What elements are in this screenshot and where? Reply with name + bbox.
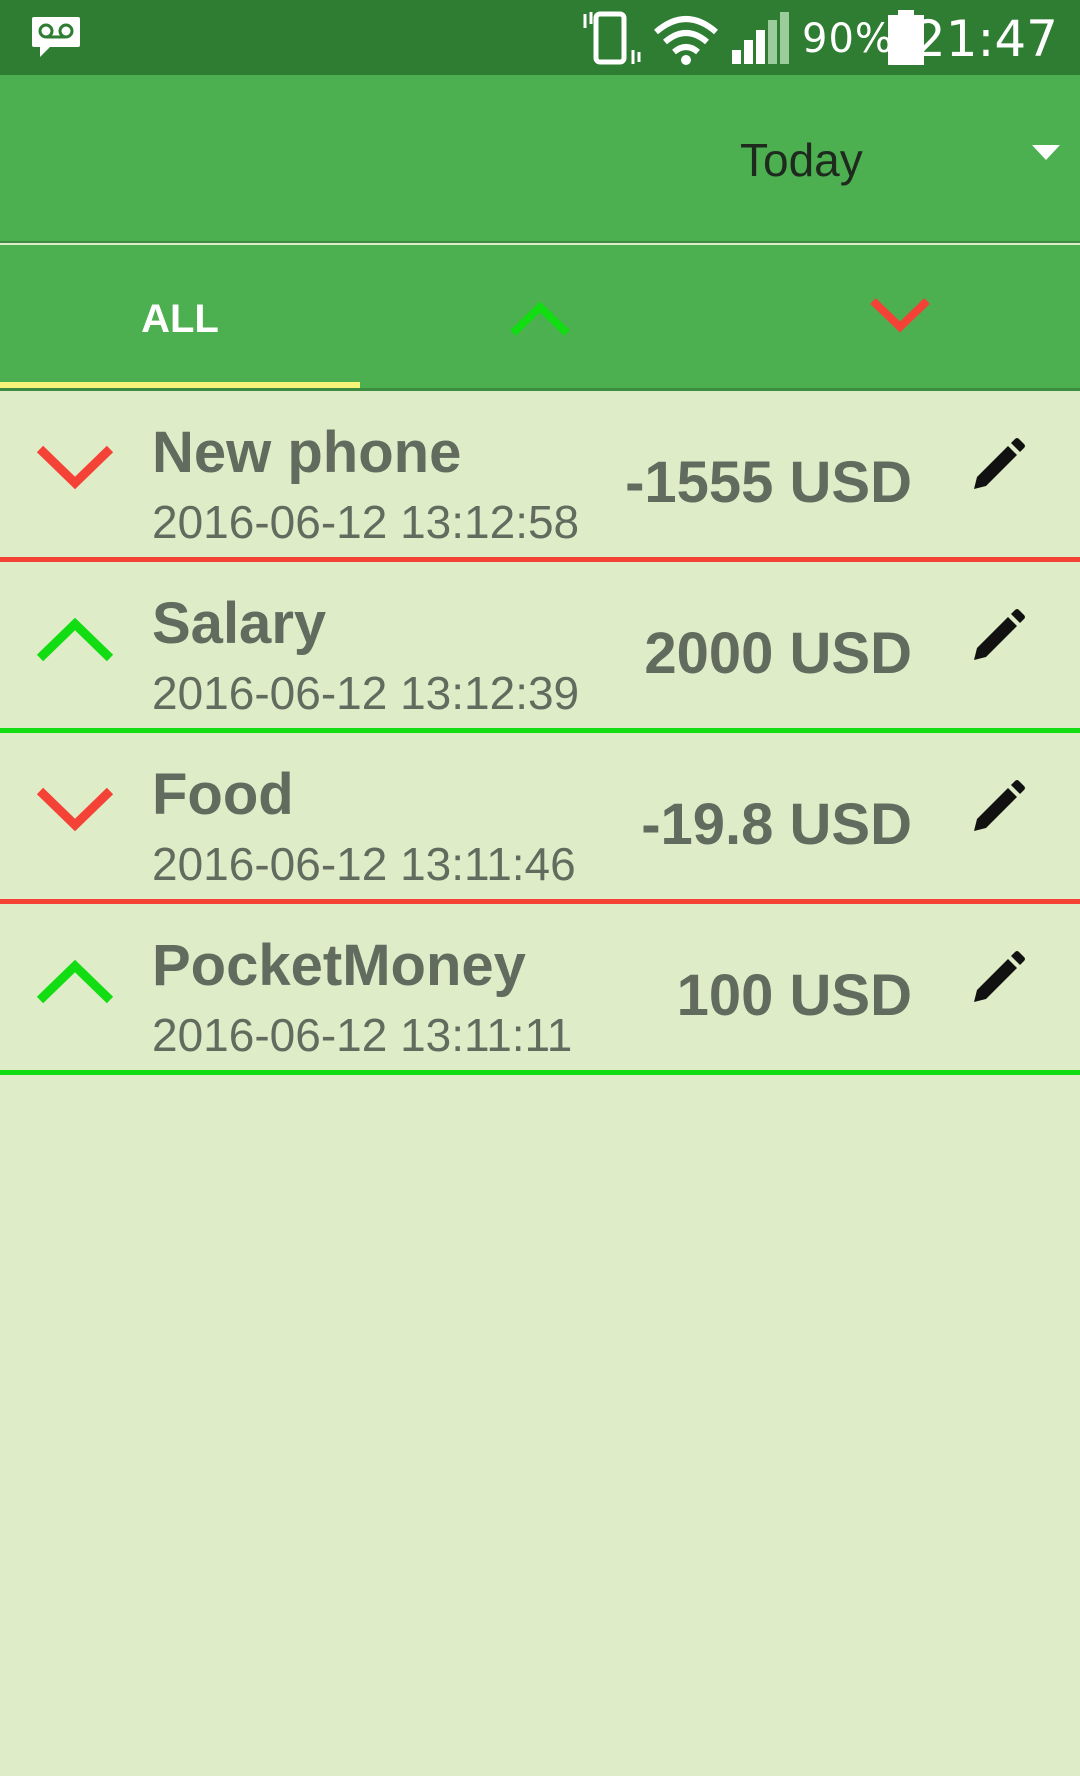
transaction-amount: 100 USD (676, 963, 912, 1028)
tab-all-label: ALL (141, 297, 219, 341)
period-dropdown[interactable]: Today (740, 115, 1060, 195)
income-arrow-up-icon (36, 959, 114, 1004)
income-arrow-up-icon (36, 617, 114, 662)
tab-expense[interactable] (720, 245, 1080, 388)
arrow-up-icon (510, 301, 570, 336)
list-item[interactable]: New phone 2016-06-12 13:12:58 -1555 USD (0, 391, 1080, 562)
status-bar: 90% 21:47 (0, 0, 1080, 75)
tab-all[interactable]: ALL (0, 245, 360, 388)
transaction-amount: -1555 USD (625, 450, 912, 515)
edit-pencil-icon[interactable] (968, 608, 1026, 666)
edit-pencil-icon[interactable] (968, 437, 1026, 495)
transaction-title: Food (152, 762, 294, 827)
transaction-timestamp: 2016-06-12 13:11:11 (152, 1009, 573, 1061)
transaction-timestamp: 2016-06-12 13:12:58 (152, 496, 580, 548)
arrow-down-icon (870, 298, 930, 333)
voicemail-icon (32, 17, 80, 57)
list-item[interactable]: Salary 2016-06-12 13:12:39 2000 USD (0, 562, 1080, 733)
list-item[interactable]: PocketMoney 2016-06-12 13:11:11 100 USD (0, 904, 1080, 1075)
transaction-timestamp: 2016-06-12 13:11:46 (152, 838, 576, 890)
expense-arrow-down-icon (36, 787, 114, 832)
app-bar: Today (0, 75, 1080, 243)
tab-selected-indicator (0, 382, 360, 388)
clock: 21:47 (913, 10, 1058, 68)
transaction-timestamp: 2016-06-12 13:12:39 (152, 667, 580, 719)
transaction-list: New phone 2016-06-12 13:12:58 -1555 USD … (0, 391, 1080, 1075)
transaction-title: Salary (152, 591, 327, 656)
edit-pencil-icon[interactable] (968, 950, 1026, 1008)
dropdown-arrow-icon (1032, 145, 1060, 160)
edit-pencil-icon[interactable] (968, 779, 1026, 837)
period-label: Today (740, 134, 863, 186)
tab-income[interactable] (360, 245, 720, 388)
transaction-amount: 2000 USD (644, 621, 912, 686)
filter-tabs: ALL (0, 245, 1080, 391)
transaction-title: PocketMoney (152, 933, 526, 998)
transaction-title: New phone (152, 420, 462, 485)
signal-icon (732, 12, 789, 64)
vibrate-icon (583, 11, 641, 65)
transaction-amount: -19.8 USD (641, 792, 912, 857)
battery-percent: 90% (802, 16, 894, 62)
list-item[interactable]: Food 2016-06-12 13:11:46 -19.8 USD (0, 733, 1080, 904)
wifi-icon (654, 16, 718, 65)
expense-arrow-down-icon (36, 445, 114, 490)
